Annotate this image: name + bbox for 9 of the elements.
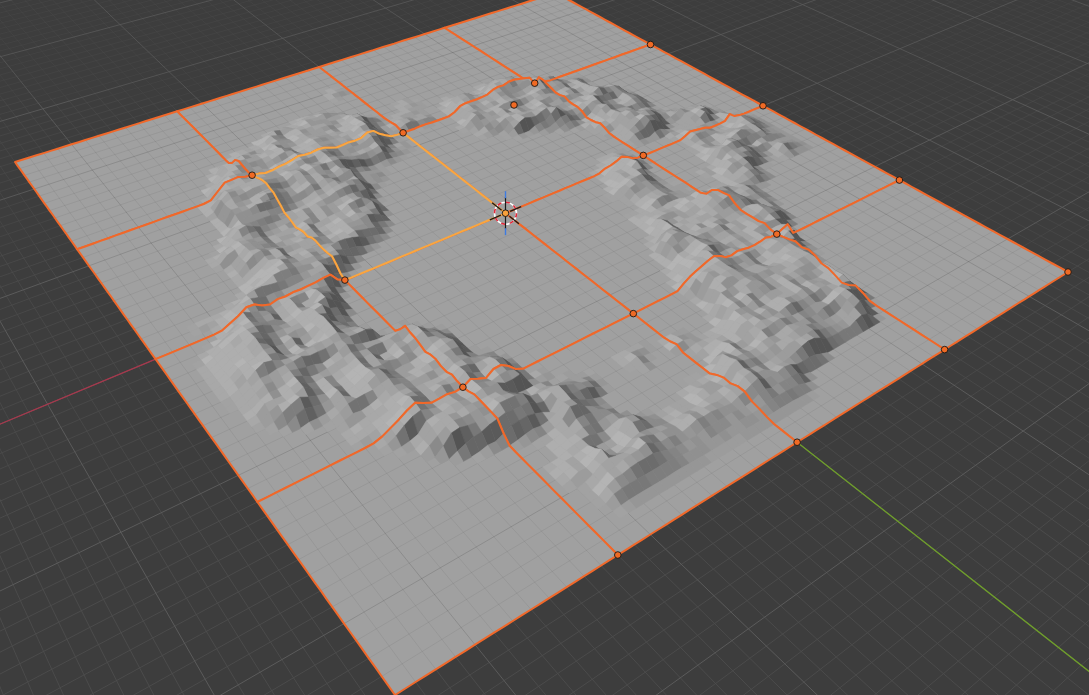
3d-cursor-icon	[489, 190, 522, 236]
origin-point-icon	[501, 209, 510, 217]
origin-point-icon	[510, 101, 518, 109]
origin-point-icon	[1064, 268, 1072, 276]
origin-point-icon	[895, 176, 904, 184]
origin-point-icon	[759, 102, 767, 110]
origin-point-icon	[530, 79, 539, 87]
origin-point-icon	[341, 276, 349, 284]
origin-point-icon	[646, 40, 655, 49]
